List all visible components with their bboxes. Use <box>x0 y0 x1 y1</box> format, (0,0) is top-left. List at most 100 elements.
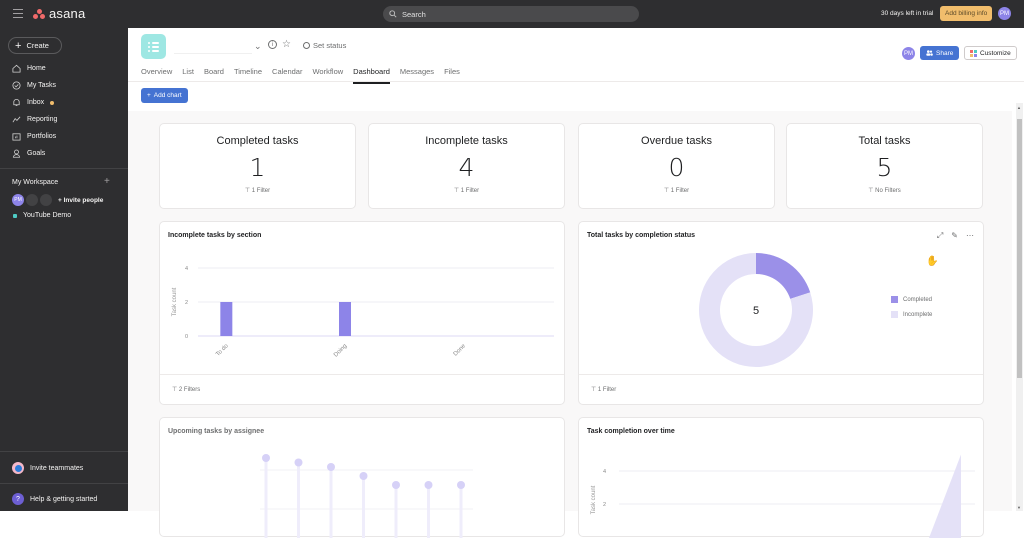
donut-slice-completed <box>756 253 810 299</box>
help-button[interactable]: ? Help & getting started <box>12 493 97 505</box>
sidebar-divider <box>0 168 128 169</box>
chevron-down-icon[interactable]: ⌄ <box>254 41 262 52</box>
invite-people-button[interactable]: + Invite people <box>58 197 103 204</box>
member-avatar-placeholder <box>40 194 52 206</box>
legend-item-incomplete[interactable]: Incomplete <box>891 311 932 318</box>
add-chart-button[interactable]: +Add chart <box>141 88 188 103</box>
stat-value: 4 <box>369 153 564 182</box>
vertical-scrollbar[interactable]: ▲ ▼ <box>1016 103 1023 511</box>
user-avatar[interactable]: PM <box>998 7 1011 20</box>
lollipop-point <box>327 463 335 471</box>
project-name-field[interactable] <box>174 38 252 54</box>
bar <box>220 302 232 336</box>
legend-swatch <box>891 296 898 303</box>
chart-filter[interactable]: ⊤ 1 Filter <box>579 374 983 404</box>
scroll-down-arrow-icon[interactable]: ▼ <box>1017 505 1021 510</box>
search-placeholder: Search <box>402 10 426 19</box>
notification-dot <box>50 101 54 105</box>
y-tick-label: 4 <box>603 469 606 475</box>
main-content: ⌄ i ☆ Set status PM Share Customize Over… <box>128 28 1024 511</box>
project-list-icon[interactable] <box>141 34 166 59</box>
customize-button[interactable]: Customize <box>964 46 1017 60</box>
stat-card-incomplete[interactable]: Incomplete tasks 4 ⊤ 1 Filter <box>368 123 565 209</box>
stat-card-total[interactable]: Total tasks 5 ⊤ No Filters <box>786 123 983 209</box>
share-button[interactable]: Share <box>920 46 959 60</box>
lollipop-point <box>392 481 400 489</box>
donut-center-label: 5 <box>753 305 759 317</box>
member-avatar-placeholder <box>26 194 38 206</box>
scroll-up-arrow-icon[interactable]: ▲ <box>1017 105 1021 110</box>
member-avatar[interactable]: PM <box>12 194 24 206</box>
sidebar-item-home[interactable]: Home <box>12 61 122 76</box>
create-button[interactable]: +Create <box>8 37 62 54</box>
plus-icon: + <box>147 92 151 99</box>
y-axis-label: Task count <box>172 287 178 316</box>
stat-filter[interactable]: ⊤ 1 Filter <box>579 187 774 194</box>
stat-value: 1 <box>160 153 355 182</box>
filter-icon: ⊤ <box>454 188 461 194</box>
invite-people-label: Invite people <box>64 197 104 204</box>
stat-card-completed[interactable]: Completed tasks 1 ⊤ 1 Filter <box>159 123 356 209</box>
legend-swatch <box>891 311 898 318</box>
invite-teammates-icon <box>12 462 24 474</box>
member-avatar[interactable]: PM <box>902 47 915 60</box>
add-workspace-item-icon[interactable]: + <box>104 176 110 187</box>
scrollbar-thumb[interactable] <box>1017 119 1022 378</box>
set-status-button[interactable]: Set status <box>303 41 346 50</box>
filter-icon: ⊤ <box>591 387 598 393</box>
stat-title: Incomplete tasks <box>369 135 564 147</box>
check-circle-icon <box>12 81 21 90</box>
hamburger-menu-icon[interactable] <box>13 9 23 18</box>
stat-value: 0 <box>579 153 774 182</box>
sidebar-item-label: Inbox <box>27 99 44 106</box>
x-tick-label: Done <box>453 343 468 358</box>
help-icon: ? <box>12 493 24 505</box>
chart-card-completion-status[interactable]: Total tasks by completion status ⤢ ✎ ⋯ ✋… <box>578 221 984 405</box>
customize-label: Customize <box>980 50 1011 57</box>
workspace-members: PM + Invite people <box>12 194 103 206</box>
sidebar-item-goals[interactable]: Goals <box>12 146 122 161</box>
project-label: YouTube Demo <box>23 212 71 219</box>
sidebar-item-reporting[interactable]: Reporting <box>12 112 122 127</box>
filter-label: 1 Filter <box>671 188 689 194</box>
home-icon <box>12 64 21 73</box>
search-icon <box>389 10 397 18</box>
star-icon[interactable]: ☆ <box>282 39 291 50</box>
stat-title: Completed tasks <box>160 135 355 147</box>
sidebar-item-inbox[interactable]: Inbox <box>12 95 122 110</box>
stat-title: Overdue tasks <box>579 135 774 147</box>
filter-icon: ⊤ <box>245 188 252 194</box>
dashboard-canvas: Completed tasks 1 ⊤ 1 Filter Incomplete … <box>128 111 1012 511</box>
chart-legend: Completed Incomplete <box>891 296 932 326</box>
filter-label: 1 Filter <box>598 387 616 393</box>
asana-logo[interactable]: asana <box>33 6 85 21</box>
sidebar-divider <box>0 451 128 452</box>
chart-card-incomplete-by-section[interactable]: Incomplete tasks by section 024Task coun… <box>159 221 565 405</box>
chart-filter[interactable]: ⊤ 2 Filters <box>160 374 564 404</box>
bar-chart: 024Task countTo doDoingDone <box>160 222 566 372</box>
sidebar-item-my-tasks[interactable]: My Tasks <box>12 78 122 93</box>
sidebar-divider <box>0 483 128 484</box>
bell-icon <box>12 98 21 107</box>
lollipop-point <box>360 472 368 480</box>
search-input[interactable]: Search <box>383 6 639 22</box>
chart-card-completion-over-time[interactable]: Task completion over time 24Task count <box>578 417 984 537</box>
filter-label: No Filters <box>875 188 901 194</box>
legend-item-completed[interactable]: Completed <box>891 296 932 303</box>
project-youtube-demo[interactable]: YouTube Demo <box>13 212 71 219</box>
stat-card-overdue[interactable]: Overdue tasks 0 ⊤ 1 Filter <box>578 123 775 209</box>
stat-filter[interactable]: ⊤ No Filters <box>787 187 982 194</box>
invite-teammates-button[interactable]: Invite teammates <box>12 462 83 474</box>
sidebar-item-label: Reporting <box>27 116 57 123</box>
stat-filter[interactable]: ⊤ 1 Filter <box>369 187 564 194</box>
trial-text: 30 days left in trial <box>881 10 933 17</box>
lollipop-point <box>457 481 465 489</box>
sidebar-item-portfolios[interactable]: Portfolios <box>12 129 122 144</box>
info-icon[interactable]: i <box>268 40 277 49</box>
people-icon <box>926 50 933 56</box>
stat-filter[interactable]: ⊤ 1 Filter <box>160 187 355 194</box>
filter-label: 2 Filters <box>179 387 200 393</box>
chart-card-upcoming-by-assignee[interactable]: Upcoming tasks by assignee <box>159 417 565 537</box>
filter-label: 1 Filter <box>252 188 270 194</box>
add-billing-button[interactable]: Add billing info <box>940 6 992 21</box>
